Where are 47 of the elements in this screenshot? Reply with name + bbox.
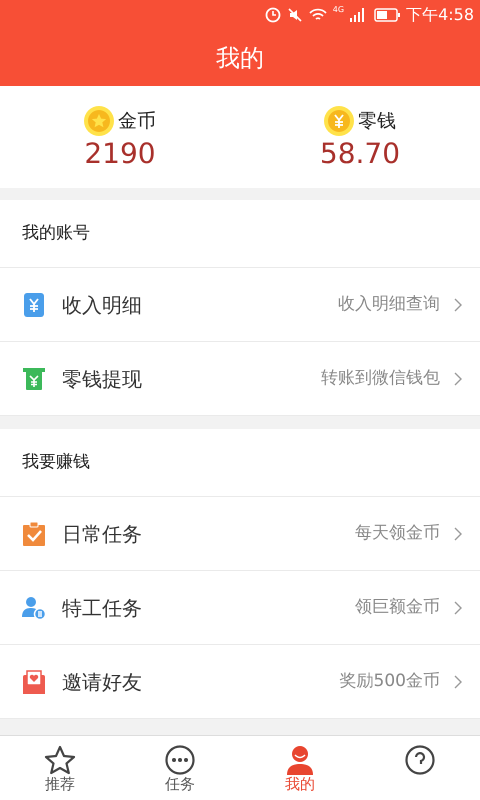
chevron-right-icon: [454, 600, 462, 614]
alarm-icon: [264, 7, 281, 23]
menu-hint: 收入明细查询: [338, 292, 440, 316]
clipboard-check-icon: [22, 520, 46, 546]
menu-row[interactable]: 日常任务 每天领金币: [0, 497, 480, 571]
menu-hint: 每天领金币: [355, 522, 440, 545]
star-coin-icon: [84, 106, 114, 136]
balance-label: 金币: [118, 108, 156, 134]
menu-row[interactable]: 零钱提现 转账到微信钱包: [0, 342, 480, 416]
network-type: 4G: [332, 6, 344, 14]
menu-hint: 领巨额金币: [355, 596, 440, 619]
balance-value: 2190: [84, 140, 156, 168]
balance-value: 58.70: [320, 140, 400, 168]
receipt-icon: [22, 292, 46, 318]
tab[interactable]: 我的: [240, 736, 360, 800]
chevron-right-icon: [454, 372, 462, 386]
menu-row[interactable]: 特工任务 领巨额金币: [0, 571, 480, 645]
help-icon: [405, 744, 435, 774]
page-title: 我的: [216, 43, 264, 74]
tab[interactable]: 任务: [120, 736, 240, 800]
yuan-coin-icon: [324, 106, 354, 136]
mute-icon: [286, 7, 303, 23]
menu-hint: 转账到微信钱包: [321, 366, 440, 390]
battery-icon: [374, 8, 400, 22]
cash-slot-icon: [22, 366, 46, 392]
menu-row[interactable]: 收入明细 收入明细查询: [0, 268, 480, 342]
chevron-right-icon: [454, 298, 462, 312]
menu-hint: 奖励500金币: [340, 670, 440, 693]
heart-envelope-icon: [22, 668, 46, 694]
menu-row[interactable]: 邀请好友 奖励500金币: [0, 645, 480, 719]
chevron-right-icon: [454, 526, 462, 540]
star-icon: [44, 744, 76, 774]
section-title: 我要赚钱: [22, 450, 90, 474]
menu-label: 邀请好友: [62, 668, 142, 696]
user-badge-icon: [22, 594, 46, 620]
clock: 下午4:58: [406, 4, 474, 26]
user-icon: [287, 744, 313, 774]
tab[interactable]: 推荐: [0, 736, 120, 800]
menu-label: 特工任务: [62, 594, 142, 622]
more-icon: [165, 744, 195, 774]
signal-icon: [350, 8, 364, 22]
section-title: 我的账号: [22, 222, 90, 245]
chevron-right-icon: [454, 674, 462, 688]
menu-label: 收入明细: [62, 292, 142, 318]
menu-label: 零钱提现: [62, 366, 142, 392]
menu-label: 日常任务: [62, 520, 142, 548]
balance-label: 零钱: [358, 108, 396, 134]
